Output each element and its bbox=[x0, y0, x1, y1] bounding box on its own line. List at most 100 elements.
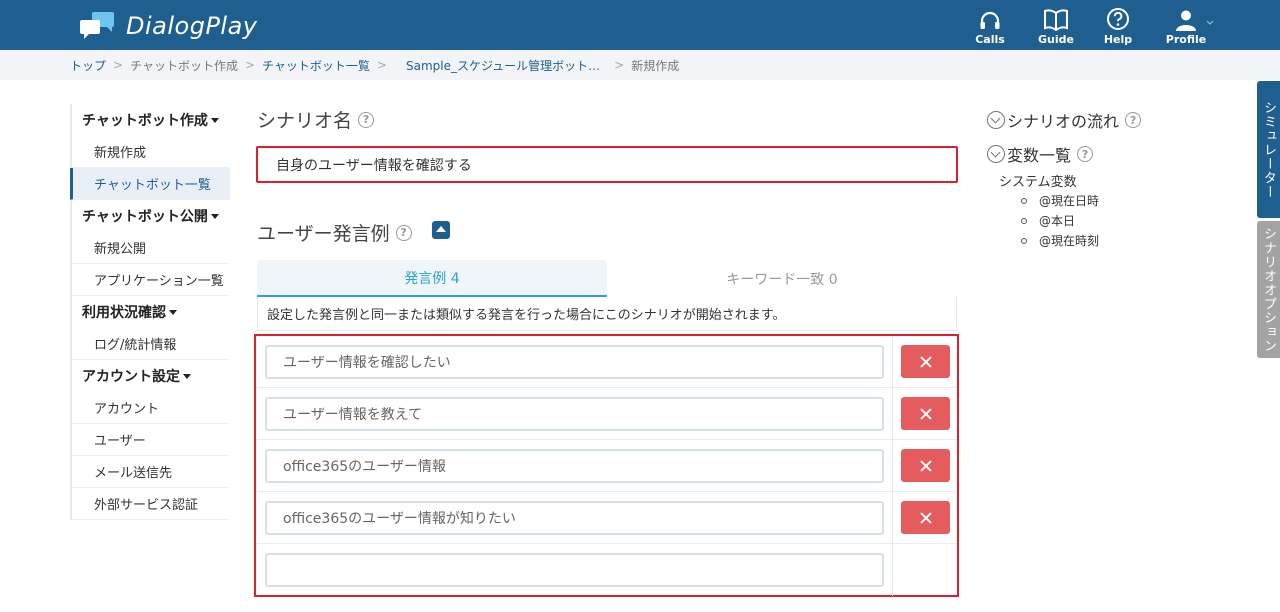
breadcrumb-item[interactable]: トップ bbox=[70, 57, 106, 74]
sidebar-item-label: ログ/統計情報 bbox=[94, 338, 177, 353]
nav-help-label: Help bbox=[1103, 33, 1133, 46]
chevron-down-circle-icon bbox=[987, 145, 1005, 163]
question-icon bbox=[1107, 8, 1129, 30]
system-variable-name: @本日 bbox=[1039, 214, 1076, 228]
sidebar-item-label: 新規作成 bbox=[94, 146, 147, 161]
sidebar-item-new[interactable]: 新規作成 bbox=[72, 136, 230, 168]
breadcrumb-item[interactable]: チャットボット一覧 bbox=[262, 57, 370, 74]
user-icon bbox=[1176, 10, 1196, 31]
utterance-input[interactable]: ユーザー情報を確認したい bbox=[265, 345, 884, 379]
tab-keywords[interactable]: キーワード一致 0 bbox=[607, 260, 957, 297]
caret-down-icon bbox=[210, 117, 219, 123]
utterances-label: ユーザー発言例 bbox=[257, 223, 390, 245]
sidebar-item-label: メール送信先 bbox=[94, 466, 173, 481]
utterance-input[interactable]: office365のユーザー情報 bbox=[265, 449, 884, 483]
sidebar-item-logs[interactable]: ログ/統計情報 bbox=[72, 328, 230, 360]
sidebar: チャットボット作成 新規作成 チャットボット一覧 チャットボット公開 新規公開 … bbox=[70, 104, 230, 520]
sidebar-item-users[interactable]: ユーザー bbox=[72, 424, 230, 456]
sidebar-group-label: アカウント設定 bbox=[82, 369, 180, 385]
utterance-tabs: 発言例 4 キーワード一致 0 bbox=[257, 260, 957, 297]
bullet-icon bbox=[1021, 217, 1027, 224]
book-icon bbox=[1044, 9, 1068, 31]
sidebar-item-mail[interactable]: メール送信先 bbox=[72, 456, 230, 488]
sidebar-group-account[interactable]: アカウント設定 bbox=[72, 360, 230, 392]
list-item: office365のユーザー情報が知りたい bbox=[256, 492, 957, 544]
breadcrumb-item[interactable]: Sample_スケジュール管理ボット… bbox=[406, 57, 600, 74]
sidebar-group-usage[interactable]: 利用状況確認 bbox=[72, 296, 230, 328]
delete-button[interactable] bbox=[901, 397, 950, 430]
scenario-flow-toggle[interactable]: シナリオの流れ ? bbox=[987, 108, 1142, 132]
tab-description: 設定した発言例と同一または類似する発言を行った場合にこのシナリオが開始されます。 bbox=[257, 297, 957, 331]
nav-guide-label: Guide bbox=[1038, 33, 1074, 46]
scenario-flow-label: シナリオの流れ bbox=[1007, 112, 1120, 131]
delete-button[interactable] bbox=[901, 345, 950, 378]
sidebar-item-new-publish[interactable]: 新規公開 bbox=[72, 232, 230, 264]
system-variables-label: システム変数 bbox=[999, 175, 1077, 190]
utterance-text: ユーザー情報を教えて bbox=[283, 407, 423, 423]
sidebar-group-publish[interactable]: チャットボット公開 bbox=[72, 200, 230, 232]
breadcrumb-separator: > bbox=[244, 58, 256, 72]
scenario-name-heading: シナリオ名 ? bbox=[257, 106, 375, 133]
scenario-name-label: シナリオ名 bbox=[257, 110, 353, 132]
app-title: DialogPlay bbox=[126, 12, 258, 40]
sidebar-item-label: 外部サービス認証 bbox=[94, 498, 199, 513]
app-logo[interactable]: DialogPlay bbox=[80, 11, 258, 41]
utterance-text: office365のユーザー情報 bbox=[283, 459, 446, 475]
collapse-up-button[interactable] bbox=[432, 221, 450, 239]
nav-profile[interactable]: Profile bbox=[1166, 0, 1206, 50]
list-item: ユーザー情報を確認したい bbox=[256, 336, 957, 388]
sidebar-group-create[interactable]: チャットボット作成 bbox=[72, 104, 230, 136]
sidebar-group-label: 利用状況確認 bbox=[82, 305, 166, 321]
utterance-input[interactable]: office365のユーザー情報が知りたい bbox=[265, 501, 884, 535]
sidebar-item-account[interactable]: アカウント bbox=[72, 392, 230, 424]
system-variable-item: @現在時刻 bbox=[1021, 232, 1099, 249]
help-icon[interactable]: ? bbox=[358, 111, 375, 128]
sidebar-item-external-auth[interactable]: 外部サービス認証 bbox=[72, 488, 230, 520]
simulator-tab[interactable]: シミュレーター bbox=[1257, 81, 1280, 218]
utterance-text: office365のユーザー情報が知りたい bbox=[283, 511, 516, 527]
sidebar-item-chatbot-list[interactable]: チャットボット一覧 bbox=[70, 168, 230, 200]
chevron-down-icon[interactable] bbox=[1206, 20, 1214, 26]
tab-description-text: 設定した発言例と同一または類似する発言を行った場合にこのシナリオが開始されます。 bbox=[267, 308, 786, 323]
scenario-options-tab[interactable]: シナリオオプション bbox=[1257, 221, 1280, 358]
nav-calls[interactable]: Calls bbox=[975, 0, 1005, 50]
breadcrumb-separator: > bbox=[614, 58, 625, 72]
breadcrumb: トップ > チャットボット作成 > チャットボット一覧 > Sample_スケジ… bbox=[0, 50, 1280, 80]
help-icon[interactable]: ? bbox=[395, 224, 412, 241]
breadcrumb-current: 新規作成 bbox=[631, 58, 680, 73]
scenario-options-tab-label: シナリオオプション bbox=[1261, 226, 1276, 353]
tab-examples[interactable]: 発言例 4 bbox=[257, 260, 607, 297]
caret-down-icon bbox=[183, 373, 191, 379]
system-variable-name: @現在時刻 bbox=[1039, 234, 1100, 248]
scenario-name-value: 自身のユーザー情報を確認する bbox=[276, 157, 472, 174]
list-item bbox=[256, 544, 957, 596]
sidebar-group-label: チャットボット公開 bbox=[82, 209, 208, 225]
utterance-input[interactable]: ユーザー情報を教えて bbox=[265, 397, 884, 431]
nav-calls-label: Calls bbox=[975, 33, 1005, 46]
bullet-icon bbox=[1021, 237, 1027, 244]
sidebar-item-applications[interactable]: アプリケーション一覧 bbox=[72, 264, 230, 296]
sidebar-item-label: アカウント bbox=[94, 402, 160, 417]
sidebar-item-label: 新規公開 bbox=[94, 242, 147, 257]
variables-toggle[interactable]: 変数一覧 ? bbox=[987, 142, 1094, 166]
headset-icon bbox=[980, 11, 1000, 29]
breadcrumb-separator: > bbox=[113, 58, 124, 72]
system-variable-item: @現在日時 bbox=[1021, 192, 1099, 209]
sidebar-item-label: アプリケーション一覧 bbox=[94, 274, 224, 289]
utterance-text: ユーザー情報を確認したい bbox=[283, 355, 451, 371]
help-icon[interactable]: ? bbox=[1125, 112, 1142, 128]
sidebar-group-label: チャットボット作成 bbox=[82, 113, 208, 129]
utterances-heading: ユーザー発言例 ? bbox=[257, 219, 412, 246]
delete-button[interactable] bbox=[901, 501, 950, 534]
help-icon[interactable]: ? bbox=[1077, 146, 1094, 162]
new-utterance-input[interactable] bbox=[265, 553, 884, 587]
nav-help[interactable]: Help bbox=[1104, 0, 1132, 50]
breadcrumb-item: チャットボット作成 bbox=[130, 58, 238, 73]
system-variable-item: @本日 bbox=[1021, 212, 1075, 229]
nav-guide[interactable]: Guide bbox=[1038, 0, 1074, 50]
sidebar-item-label: チャットボット一覧 bbox=[94, 178, 211, 193]
list-item: office365のユーザー情報 bbox=[256, 440, 957, 492]
sidebar-item-label: ユーザー bbox=[94, 434, 146, 449]
scenario-name-input[interactable]: 自身のユーザー情報を確認する bbox=[256, 146, 958, 183]
delete-button[interactable] bbox=[901, 449, 950, 482]
